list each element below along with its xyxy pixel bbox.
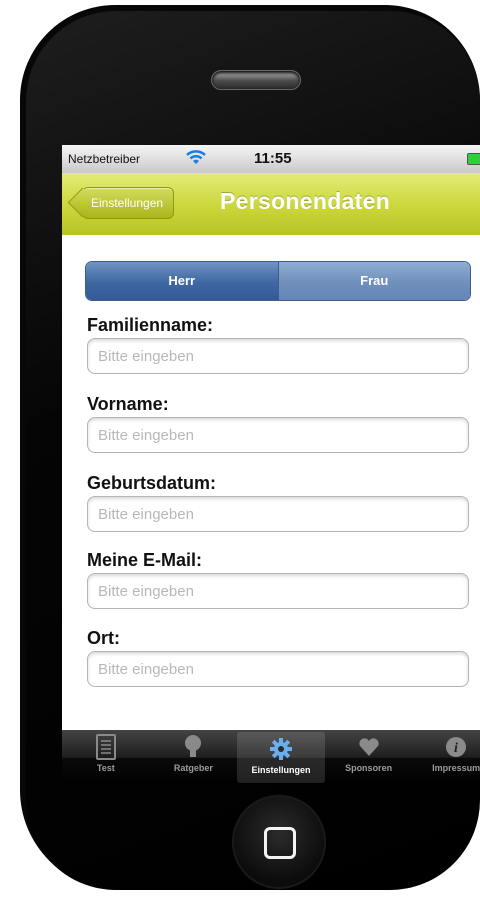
carrier-label: Netzbetreiber (68, 152, 141, 166)
navigation-bar: Einstellungen Personendaten (62, 173, 480, 236)
field-ort: Ort: (87, 628, 471, 687)
field-label: Meine E-Mail: (87, 550, 203, 570)
wifi-icon (185, 148, 207, 166)
field-label: Familienname: (87, 315, 214, 335)
speaker-grille (211, 70, 301, 90)
heart-icon (325, 734, 413, 760)
tab-ratgeber[interactable]: Ratgeber (150, 730, 238, 785)
tab-einstellungen[interactable]: Einstellungen (237, 732, 325, 783)
tab-impressum[interactable]: i Impressum (412, 730, 480, 785)
email-input[interactable] (87, 573, 469, 609)
battery-icon (467, 153, 480, 165)
form-content: Herr Frau Familienname: Vorname: Geburts… (62, 235, 480, 730)
document-icon (62, 734, 150, 760)
field-label: Vorname: (87, 394, 169, 414)
gender-segmented-control: Herr Frau (85, 261, 471, 301)
svg-text:i: i (454, 741, 458, 756)
screen: Netzbetreiber 11:55 Einstellungen Person… (62, 145, 480, 785)
clock: 11:55 (254, 150, 292, 167)
phone-frame: Netzbetreiber 11:55 Einstellungen Person… (20, 5, 480, 890)
lightbulb-icon (150, 734, 238, 760)
tab-label: Impressum (432, 763, 480, 773)
gear-icon (237, 736, 325, 762)
segment-herr[interactable]: Herr (86, 262, 278, 300)
home-square-icon (264, 827, 296, 859)
field-geburtsdatum: Geburtsdatum: (87, 473, 471, 532)
tab-label: Ratgeber (173, 763, 213, 773)
tab-bar: Test Ratgeber Einstellungen Sponsoren i … (62, 730, 480, 785)
info-icon: i (412, 734, 480, 760)
tab-sponsoren[interactable]: Sponsoren (325, 730, 413, 785)
field-email: Meine E-Mail: (87, 550, 471, 609)
field-label: Ort: (87, 628, 120, 648)
back-button[interactable]: Einstellungen (82, 187, 175, 219)
segment-frau[interactable]: Frau (277, 262, 470, 300)
home-button[interactable] (234, 797, 324, 887)
field-familienname: Familienname: (87, 315, 471, 374)
page-title: Personendaten (220, 188, 391, 214)
geburtsdatum-input[interactable] (87, 496, 469, 532)
ort-input[interactable] (87, 651, 469, 687)
field-vorname: Vorname: (87, 394, 471, 453)
field-label: Geburtsdatum: (87, 473, 217, 493)
tab-label: Einstellungen (251, 765, 311, 775)
familienname-input[interactable] (87, 338, 469, 374)
status-bar: Netzbetreiber 11:55 (62, 145, 480, 173)
tab-test[interactable]: Test (62, 730, 150, 785)
tab-label: Test (96, 763, 115, 773)
vorname-input[interactable] (87, 417, 469, 453)
tab-label: Sponsoren (345, 763, 393, 773)
